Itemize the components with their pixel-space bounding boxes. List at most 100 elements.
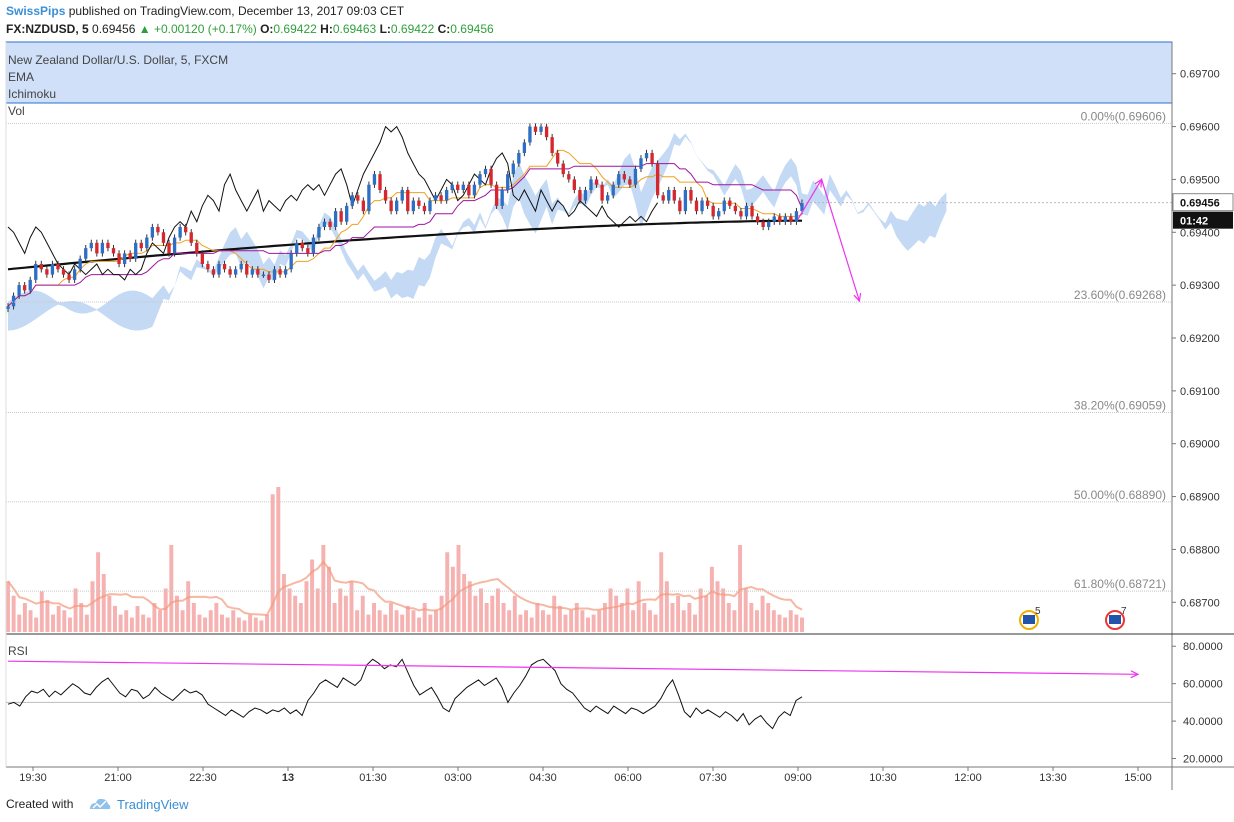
time-tick-label: 12:00 <box>954 772 982 784</box>
volume-bar <box>524 610 529 632</box>
candle-down <box>628 179 632 185</box>
candle-down <box>789 216 793 222</box>
candle-down <box>733 205 738 212</box>
volume-bar <box>636 581 641 632</box>
volume-bar <box>6 581 10 632</box>
volume-layer <box>6 487 804 632</box>
candle-up <box>100 242 105 254</box>
candle-up <box>333 211 338 227</box>
price-chart[interactable]: 0.00%(0.69606) 23.60%(0.69268) 38.20%(0.69… <box>0 0 1234 792</box>
candle-up <box>400 190 404 201</box>
volume-bar <box>614 595 619 632</box>
volume-bar <box>259 620 264 632</box>
volume-bar <box>467 581 472 632</box>
candle-down <box>22 285 27 291</box>
candle-up <box>250 269 254 275</box>
candle-up <box>11 295 16 307</box>
candle-down <box>184 227 188 233</box>
volume-bar <box>445 552 450 632</box>
volume-bar <box>253 617 258 632</box>
volume-bar <box>73 588 78 632</box>
annotation-layer: 57 <box>797 177 1172 679</box>
candle-down <box>228 269 232 275</box>
candle-down <box>467 184 471 196</box>
volume-bar <box>203 617 208 632</box>
volume-bar <box>552 595 557 632</box>
candle-down <box>222 264 227 270</box>
candle-down <box>533 126 538 132</box>
candle-up <box>772 216 776 222</box>
candle-down <box>256 269 260 275</box>
candle-down <box>672 190 676 201</box>
volume-bar <box>625 588 630 632</box>
candle-down <box>622 174 626 180</box>
volume-bar <box>681 610 686 632</box>
candle-up <box>683 190 688 212</box>
ema-200-line <box>7 219 802 271</box>
volume-bar <box>372 603 376 632</box>
volume-bar <box>169 545 174 632</box>
volume-bar <box>698 588 703 632</box>
volume-bar <box>777 614 782 632</box>
candle-down <box>556 153 560 164</box>
volume-bar <box>214 603 219 632</box>
candle-up <box>522 142 527 153</box>
volume-bar <box>760 595 765 632</box>
volume-bar <box>484 603 489 632</box>
volume-bar <box>298 603 303 632</box>
price-tick-label: 0.69600 <box>1180 122 1220 134</box>
candle-down <box>494 184 499 206</box>
legend-ema[interactable]: EMA <box>8 70 34 84</box>
rsi-tick-label: 20.0000 <box>1183 754 1223 766</box>
candle-down <box>661 195 665 201</box>
countdown-label: 01:42 <box>1180 216 1208 228</box>
volume-bar <box>546 614 551 632</box>
volume-bar <box>124 610 129 632</box>
rsi-tick-label: 40.0000 <box>1183 716 1223 728</box>
volume-bar <box>726 603 731 632</box>
candle-up <box>350 195 354 206</box>
time-tick-label: 15:00 <box>1124 772 1152 784</box>
volume-bar <box>417 617 422 632</box>
footer: Created with TradingView <box>0 792 1234 822</box>
volume-bar <box>490 595 495 632</box>
candle-down <box>156 227 160 233</box>
volume-bar <box>28 610 33 632</box>
candle-up <box>150 227 155 238</box>
volume-bar <box>479 588 483 632</box>
legend-vol[interactable]: Vol <box>8 104 25 118</box>
rsi-tick-label: 60.0000 <box>1183 679 1223 691</box>
candle-down <box>778 216 782 222</box>
volume-bar <box>405 605 410 632</box>
candle-down <box>67 274 71 280</box>
volume-bar <box>281 574 286 632</box>
volume-bar <box>754 610 759 632</box>
volume-bar <box>191 603 196 632</box>
volume-bar <box>591 614 596 632</box>
volume-bar <box>56 605 61 632</box>
candle-down <box>378 174 382 190</box>
candle-down <box>39 264 43 270</box>
tradingview-link[interactable]: TradingView <box>117 797 189 812</box>
volume-bar <box>495 588 500 632</box>
volume-bar <box>388 603 393 632</box>
candle-up <box>345 205 349 222</box>
time-tick-label: 21:00 <box>104 772 132 784</box>
volume-bar <box>557 605 562 632</box>
candle-down <box>111 248 116 254</box>
legend-rsi[interactable]: RSI <box>8 644 28 658</box>
candle-down <box>106 242 110 249</box>
tradingview-logo-icon <box>90 798 111 809</box>
candle-up <box>372 174 377 185</box>
volume-bar <box>62 610 67 632</box>
candle-down <box>61 269 66 275</box>
candle-up <box>589 179 593 190</box>
volume-bar <box>118 614 123 632</box>
legend-ichimoku[interactable]: Ichimoku <box>8 87 56 101</box>
volume-bar <box>462 574 467 632</box>
volume-bar <box>434 610 438 632</box>
volume-bar <box>242 620 247 632</box>
candle-up <box>272 269 277 280</box>
volume-bar <box>422 603 427 632</box>
volume-bar <box>208 610 213 632</box>
